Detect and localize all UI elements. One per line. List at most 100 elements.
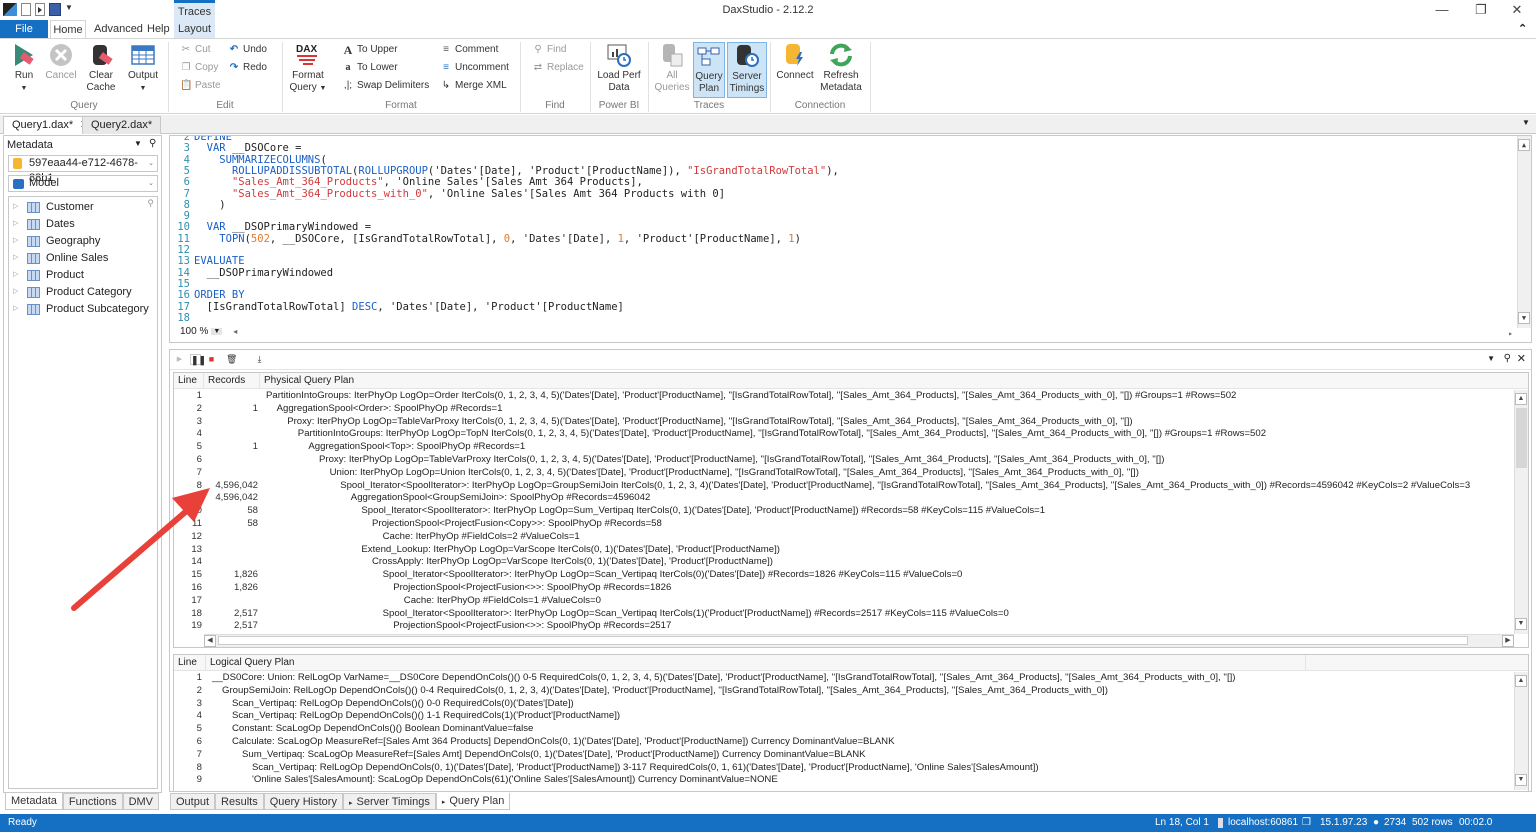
expand-icon[interactable]: ▷ bbox=[13, 199, 21, 215]
physical-plan-row[interactable]: 3 Proxy: IterPhyOp LogOp=TableVarProxy It… bbox=[174, 416, 1528, 429]
paste-button[interactable]: 📋 Paste bbox=[180, 78, 221, 94]
logical-plan-row[interactable]: 9 'Online Sales'[SalesAmount]: ScaLogOp D… bbox=[174, 774, 1528, 787]
doc-tab-query2[interactable]: Query2.dax* bbox=[82, 116, 162, 134]
scroll-down-icon[interactable]: ▼ bbox=[1515, 618, 1527, 630]
scroll-right-icon[interactable]: ▶ bbox=[1502, 635, 1514, 647]
copy-button[interactable]: ❐ Copy bbox=[180, 60, 219, 76]
query-plan-button[interactable]: Query Plan bbox=[693, 42, 725, 98]
physical-plan-row[interactable]: 4 PartitionIntoGroups: IterPhyOp LogOp=To… bbox=[174, 428, 1528, 441]
search-icon[interactable]: ⚲ bbox=[147, 198, 154, 209]
tab-functions[interactable]: Functions bbox=[62, 793, 123, 810]
clear-trash-icon[interactable]: 🗑 bbox=[226, 354, 237, 365]
column-header-physical-plan[interactable]: Physical Query Plan bbox=[260, 373, 1510, 388]
physical-plan-row[interactable]: 12 Cache: IterPhyOp #FieldCols=2 #ValueCo… bbox=[174, 531, 1528, 544]
run-button[interactable]: Run ▼ bbox=[8, 42, 40, 95]
minimize-button[interactable]: — bbox=[1427, 2, 1457, 18]
physical-plan-vertical-scrollbar[interactable]: ▲ ▼ bbox=[1514, 390, 1528, 634]
physical-plan-row[interactable]: 19 2,517 ProjectionSpool<ProjectFusion<>>:… bbox=[174, 620, 1528, 633]
export-download-icon[interactable]: ⤓ bbox=[254, 354, 265, 365]
restore-button[interactable]: ❐ bbox=[1466, 2, 1496, 18]
scroll-left-icon[interactable]: ◂ bbox=[233, 327, 237, 336]
tree-item-table[interactable]: ▷ Customer bbox=[13, 199, 94, 215]
panel-menu-dropdown-icon[interactable]: ▼ bbox=[134, 139, 142, 148]
swap-delimiters-button[interactable]: ,|; Swap Delimiters bbox=[342, 78, 429, 94]
uncomment-button[interactable]: ≡ Uncomment bbox=[440, 60, 509, 76]
tab-query-plan[interactable]: ▸ Query Plan bbox=[435, 793, 511, 810]
tree-item-table[interactable]: ▷ Product Category bbox=[13, 284, 132, 300]
logical-plan-row[interactable]: 5 Constant: ScaLogOp DependOnCols()() Boo… bbox=[174, 723, 1528, 736]
tab-metadata[interactable]: Metadata bbox=[5, 793, 63, 810]
pause-icon[interactable]: ❚❚ bbox=[190, 354, 206, 365]
tab-home[interactable]: Home bbox=[50, 20, 86, 38]
to-upper-button[interactable]: A To Upper bbox=[342, 42, 398, 58]
column-header-logical-plan[interactable]: Logical Query Plan bbox=[206, 655, 1306, 670]
column-header-line[interactable]: Line bbox=[174, 373, 204, 388]
tab-dmv[interactable]: DMV bbox=[122, 793, 160, 810]
replace-button[interactable]: ⇄ Replace bbox=[532, 60, 584, 76]
tree-item-table[interactable]: ▷ Product Subcategory bbox=[13, 301, 149, 317]
physical-plan-row[interactable]: 13 Extend_Lookup: IterPhyOp LogOp=VarScop… bbox=[174, 544, 1528, 557]
expand-icon[interactable]: ▷ bbox=[13, 284, 21, 300]
connect-button[interactable]: Connect bbox=[776, 42, 814, 82]
cancel-button[interactable]: Cancel bbox=[44, 42, 78, 82]
logical-plan-row[interactable]: 3 Scan_Vertipaq: RelLogOp DependOnCols()(… bbox=[174, 698, 1528, 711]
load-perf-data-button[interactable]: Load Perf Data bbox=[596, 42, 642, 94]
editor-vertical-scrollbar[interactable]: ▲ ▼ bbox=[1517, 136, 1531, 328]
refresh-metadata-button[interactable]: Refresh Metadata bbox=[818, 42, 864, 94]
physical-plan-row[interactable]: 8 4,596,042 Spool_Iterator<SpoolIterator>:… bbox=[174, 480, 1528, 493]
logical-plan-row[interactable]: 2 GroupSemiJoin: RelLogOp DependOnCols()(… bbox=[174, 685, 1528, 698]
physical-plan-row[interactable]: 2 1 AggregationSpool<Order>: SpoolPhyOp #R… bbox=[174, 403, 1528, 416]
logical-plan-vertical-scrollbar[interactable]: ▲ ▼ bbox=[1514, 672, 1528, 790]
redo-button[interactable]: ↷ Redo bbox=[228, 60, 267, 76]
logical-plan-row[interactable]: 1 __DS0Core: Union: RelLogOp VarName=__DS… bbox=[174, 672, 1528, 685]
scroll-down-icon[interactable]: ▼ bbox=[1515, 774, 1527, 786]
physical-plan-row[interactable]: 10 58 Spool_Iterator<SpoolIterator>: IterP… bbox=[174, 505, 1528, 518]
physical-plan-row[interactable]: 7 Union: IterPhyOp LogOp=Union IterCols(0… bbox=[174, 467, 1528, 480]
physical-plan-row[interactable]: 11 58 ProjectionSpool<ProjectFusion<Copy>>… bbox=[174, 518, 1528, 531]
logical-plan-row[interactable]: 6 Calculate: ScaLogOp MeasureRef=[Sales A… bbox=[174, 736, 1528, 749]
physical-plan-row[interactable]: 16 1,826 ProjectionSpool<ProjectFusion<>>:… bbox=[174, 582, 1528, 595]
physical-plan-horizontal-scrollbar[interactable]: ◀ ▶ bbox=[204, 634, 1514, 647]
expand-icon[interactable]: ▷ bbox=[13, 250, 21, 266]
scroll-up-icon[interactable]: ▲ bbox=[1515, 393, 1527, 405]
physical-plan-row[interactable]: 5 1 AggregationSpool<Top>: SpoolPhyOp #Rec… bbox=[174, 441, 1528, 454]
physical-plan-row[interactable]: 1 PartitionIntoGroups: IterPhyOp LogOp=Or… bbox=[174, 390, 1528, 403]
tab-query-history[interactable]: Query History bbox=[263, 793, 343, 810]
tab-output[interactable]: Output bbox=[170, 793, 216, 810]
database-selector[interactable]: 597eaa44-e712-4678-88b1 ⌄ bbox=[8, 155, 158, 184]
all-queries-button[interactable]: All Queries bbox=[654, 42, 690, 94]
expand-icon[interactable]: ▷ bbox=[13, 233, 21, 249]
tab-results[interactable]: Results bbox=[215, 793, 264, 810]
tab-file[interactable]: File bbox=[0, 20, 48, 38]
physical-plan-row[interactable]: 15 1,826 Spool_Iterator<SpoolIterator>: It… bbox=[174, 569, 1528, 582]
pane-menu-dropdown-icon[interactable]: ▼ bbox=[1487, 354, 1495, 363]
expand-icon[interactable]: ▷ bbox=[13, 216, 21, 232]
tree-item-table[interactable]: ▷ Online Sales bbox=[13, 250, 108, 266]
dax-query-editor[interactable]: 2 DEFINE 3 VAR __DSOCore = 4 SUMMARIZECOLUM… bbox=[169, 135, 1532, 343]
tab-list-dropdown-icon[interactable]: ▼ bbox=[1522, 118, 1530, 127]
cut-button[interactable]: ✂ Cut bbox=[180, 42, 211, 58]
scrollbar-thumb[interactable] bbox=[218, 636, 1468, 645]
tab-layout[interactable]: Layout bbox=[174, 23, 215, 35]
clear-cache-button[interactable]: Clear Cache bbox=[84, 42, 118, 94]
scroll-down-icon[interactable]: ▼ bbox=[1518, 312, 1530, 324]
pin-icon[interactable]: ⚲ bbox=[1504, 353, 1511, 364]
play-icon[interactable]: ▶ bbox=[174, 354, 185, 365]
server-timings-button[interactable]: Server Timings bbox=[727, 42, 767, 98]
tab-help[interactable]: Help bbox=[141, 20, 176, 38]
column-header-line[interactable]: Line bbox=[174, 655, 206, 670]
scroll-left-icon[interactable]: ◀ bbox=[204, 635, 216, 647]
pin-icon[interactable]: ⚲ bbox=[149, 138, 156, 149]
format-query-button[interactable]: DAX Format Query ▼ bbox=[288, 42, 328, 95]
scrollbar-thumb[interactable] bbox=[1516, 408, 1527, 468]
merge-xml-button[interactable]: ↳ Merge XML bbox=[440, 78, 507, 94]
logical-plan-row[interactable]: 7 Sum_Vertipaq: ScaLogOp MeasureRef=[Sale… bbox=[174, 749, 1528, 762]
expand-icon[interactable]: ▷ bbox=[13, 301, 21, 317]
stop-icon[interactable]: ■ bbox=[206, 354, 217, 365]
scroll-up-icon[interactable]: ▲ bbox=[1518, 139, 1530, 151]
scroll-right-icon[interactable]: ▸ bbox=[1508, 329, 1513, 338]
logical-plan-row[interactable]: 8 Scan_Vertipaq: RelLogOp DependOnCols(0,… bbox=[174, 762, 1528, 775]
model-selector[interactable]: Model ⌄ bbox=[8, 175, 158, 192]
tree-item-table[interactable]: ▷ Geography bbox=[13, 233, 100, 249]
tree-item-table[interactable]: ▷ Dates bbox=[13, 216, 75, 232]
